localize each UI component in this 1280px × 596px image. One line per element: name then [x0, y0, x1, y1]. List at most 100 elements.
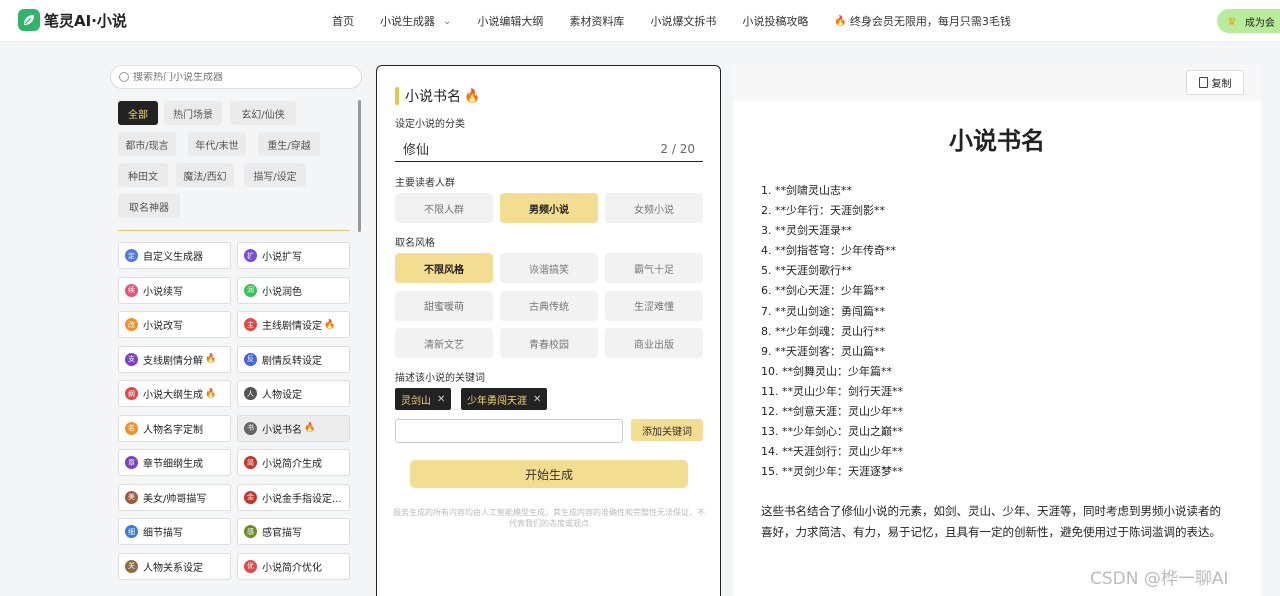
category-chip[interactable]: 玄幻/仙侠	[230, 101, 296, 125]
close-icon[interactable]: ✕	[533, 394, 541, 405]
category-chip[interactable]: 种田文	[118, 163, 168, 187]
tool-item[interactable]: 支支线剧情分解 🔥	[118, 345, 231, 373]
search-icon	[119, 72, 129, 82]
tool-label: 人物关系设定	[143, 562, 203, 574]
keyword-input[interactable]	[395, 419, 623, 443]
result-item: 4. **剑指苍穹：少年传奇**	[761, 244, 896, 258]
tool-item[interactable]: 优小说简介优化	[237, 552, 350, 580]
tool-item[interactable]: 定自定义生成器	[118, 242, 231, 269]
tool-item[interactable]: 书小说书名 🔥	[237, 414, 350, 442]
category-scrollbar[interactable]	[358, 100, 361, 232]
category-chip[interactable]: 魔法/西幻	[176, 163, 234, 187]
tool-item[interactable]: 关人物关系设定	[118, 552, 231, 580]
close-icon[interactable]: ✕	[437, 394, 445, 405]
nav-submission-guide-label: 小说投稿攻略	[742, 15, 809, 28]
tool-item[interactable]: 美美女/帅哥描写	[118, 483, 231, 511]
copy-button[interactable]: 复制	[1186, 70, 1244, 95]
tool-label: 小说大纲生成	[143, 390, 203, 401]
tool-item[interactable]: 纲小说大纲生成 🔥	[118, 380, 231, 407]
keyword-tag: 少年勇闯天涯 ✕	[461, 388, 548, 410]
nav-promo-label: 终身会员无限用，每月只需3毛钱	[849, 15, 1011, 28]
tool-label: 章节细纲生成	[143, 459, 203, 470]
category-chip[interactable]: 描写/设定	[244, 163, 306, 187]
tool-icon: 定	[125, 249, 138, 262]
title-accent-bar	[395, 87, 399, 105]
disclaimer-text: 服务生成的所有内容均由人工智能模型生成，其生成内容的准确性和完整性无法保证，不代…	[393, 508, 705, 528]
tool-icon: 关	[125, 559, 138, 573]
audience-option[interactable]: 男频小说	[500, 193, 598, 223]
category-char-count: 2 / 20	[660, 141, 695, 156]
category-chip[interactable]: 热门场景	[164, 101, 222, 125]
style-option[interactable]: 青春校园	[500, 328, 598, 358]
tool-item[interactable]: 简小说简介生成	[237, 449, 350, 476]
tool-item[interactable]: 主主线剧情设定 🔥	[237, 311, 350, 338]
style-option[interactable]: 诙谐搞笑	[500, 253, 598, 283]
tool-label: 剧情反转设定	[262, 355, 322, 367]
nav-material-library[interactable]: 素材资料库	[569, 13, 624, 29]
add-keyword-button[interactable]: 添加关键词	[631, 419, 703, 441]
sidebar-search[interactable]	[110, 65, 362, 89]
tool-icon: 改	[125, 318, 138, 331]
tool-item[interactable]: 人人物设定	[237, 380, 350, 407]
nav-book-breakdown[interactable]: 小说爆文拆书	[650, 13, 716, 29]
style-option[interactable]: 古典传统	[500, 290, 598, 321]
result-panel: 复制 小说书名 1. **剑啸灵山志** 2. **少年行：天涯剑影** 3. **…	[733, 65, 1261, 596]
nav-outline-editor[interactable]: 小说编辑大纲	[477, 13, 543, 29]
category-chip[interactable]: 年代/末世	[188, 132, 246, 156]
nav-novel-generator[interactable]: 小说生成器 ⌄	[380, 13, 451, 29]
tool-label: 自定义生成器	[143, 252, 203, 263]
result-item: 12. **剑意天涯：灵山少年**	[761, 405, 903, 419]
tool-item[interactable]: 金小说金手指设定...	[237, 483, 350, 511]
tool-item[interactable]: 章章节细纲生成	[118, 449, 231, 476]
nav-home-label: 首页	[332, 15, 354, 28]
category-chip[interactable]: 全部	[118, 101, 158, 125]
tool-item[interactable]: 改小说改写	[118, 311, 231, 338]
category-chip[interactable]: 取名神器	[118, 194, 180, 218]
result-item: 7. **灵山剑途：勇闯篇**	[761, 304, 885, 318]
category-value: 修仙	[403, 143, 430, 158]
category-chip[interactable]: 重生/穿越	[258, 132, 320, 156]
nav-home[interactable]: 首页	[332, 13, 354, 29]
tool-icon: 纲	[125, 387, 138, 400]
category-input[interactable]: 修仙 2 / 20	[395, 136, 703, 162]
logo[interactable]: 笔灵AI·小说	[18, 9, 127, 31]
nav-submission-guide[interactable]: 小说投稿攻略	[742, 13, 808, 29]
style-option[interactable]: 清新文艺	[395, 328, 493, 358]
style-option[interactable]: 商业出版	[605, 328, 703, 358]
style-option[interactable]: 不限风格	[395, 253, 493, 283]
form-title: 小说书名 🔥	[395, 86, 483, 106]
top-header: 笔灵AI·小说 首页 小说生成器 ⌄ 小说编辑大纲 素材资料库 小说爆文拆书 小说…	[0, 0, 1280, 42]
audience-option[interactable]: 女频小说	[605, 193, 703, 223]
audience-option[interactable]: 不限人群	[395, 193, 493, 223]
tool-icon: 主	[244, 318, 257, 331]
tool-label: 人物设定	[262, 390, 302, 401]
style-option[interactable]: 甜蜜暖萌	[395, 290, 493, 321]
tool-item[interactable]: 扩小说扩写	[237, 242, 350, 269]
main-nav: 首页 小说生成器 ⌄ 小说编辑大纲 素材资料库 小说爆文拆书 小说投稿攻略 🔥 终身…	[332, 0, 1037, 42]
tool-icon: 书	[244, 421, 257, 435]
audience-label: 主要读者人群	[395, 178, 455, 189]
result-list: 1. **剑啸灵山志** 2. **少年行：天涯剑影** 3. **灵剑天涯录** 4…	[761, 181, 1241, 482]
category-chip[interactable]: 都市/现言	[118, 132, 176, 156]
nav-promo[interactable]: 🔥 终身会员无限用，每月只需3毛钱	[834, 13, 1010, 29]
tool-item[interactable]: 润小说润色	[237, 276, 350, 304]
search-input[interactable]	[133, 71, 333, 83]
tool-item[interactable]: 续小说续写	[118, 276, 231, 304]
tool-item[interactable]: 细细节描写	[118, 518, 231, 545]
divider	[118, 230, 350, 231]
tool-item[interactable]: 名人物名字定制	[118, 414, 231, 442]
tool-item[interactable]: 反剧情反转设定	[237, 345, 350, 373]
style-option[interactable]: 霸气十足	[605, 253, 703, 283]
keyword-tag-label: 灵剑山	[401, 395, 431, 407]
logo-text: 笔灵AI·小说	[44, 11, 127, 30]
tool-label: 细节描写	[143, 528, 183, 539]
keyword-tag-label: 少年勇闯天涯	[467, 395, 527, 407]
result-item: 9. **天涯剑客：灵山篇**	[761, 344, 885, 358]
fire-icon: 🔥	[464, 88, 481, 104]
style-option[interactable]: 生涩难懂	[605, 290, 703, 321]
logo-leaf-icon	[18, 9, 40, 31]
tool-item[interactable]: 感感官描写	[237, 518, 350, 545]
generate-button[interactable]: 开始生成	[410, 460, 688, 488]
tool-icon: 细	[125, 525, 138, 538]
vip-button[interactable]: ♛ 成为会	[1217, 9, 1280, 33]
